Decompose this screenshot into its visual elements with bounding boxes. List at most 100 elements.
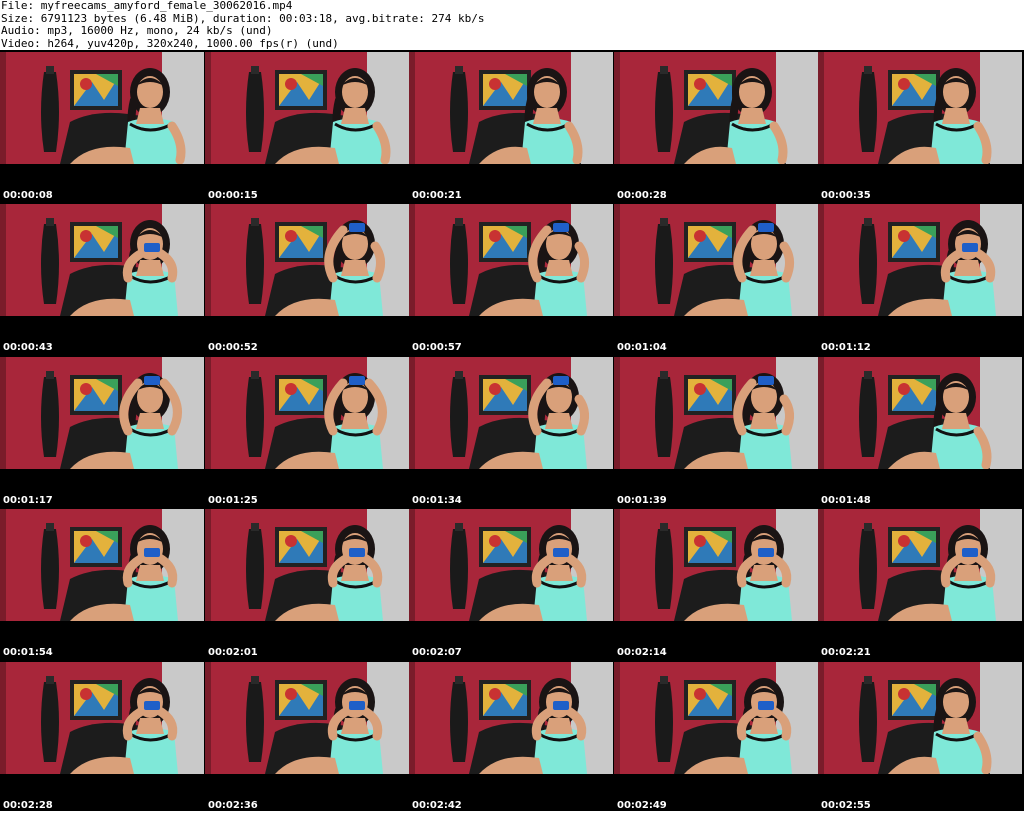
thumbnail-cell[interactable]: 00:01:17 xyxy=(0,357,204,509)
thumbnail-cell[interactable]: 00:02:55 xyxy=(818,662,1022,814)
thumbnail-frame[interactable] xyxy=(818,357,1022,469)
thumbnail-frame[interactable] xyxy=(409,204,613,316)
thumbnail-frame[interactable] xyxy=(409,509,613,621)
frame-scene xyxy=(409,204,613,316)
thumbnail-cell[interactable]: 00:00:43 xyxy=(0,204,204,356)
thumbnail-cell[interactable]: 00:02:28 xyxy=(0,662,204,814)
timestamp-label: 00:00:28 xyxy=(617,190,667,201)
timestamp-label: 00:00:08 xyxy=(3,190,53,201)
thumbnail-cell[interactable]: 00:02:01 xyxy=(205,509,409,661)
timestamp-label: 00:00:57 xyxy=(412,342,462,353)
thumbnail-cell[interactable]: 00:00:15 xyxy=(205,52,409,204)
frame-scene xyxy=(205,357,409,469)
frame-scene xyxy=(614,509,818,621)
timestamp-label: 00:02:07 xyxy=(412,647,462,658)
thumbnail-frame[interactable] xyxy=(205,357,409,469)
blue-cup-icon xyxy=(553,701,569,710)
frame-scene xyxy=(0,52,204,164)
thumbnail-frame[interactable] xyxy=(0,662,204,774)
thumbnail-frame[interactable] xyxy=(818,662,1022,774)
thumbnail-frame[interactable] xyxy=(0,52,204,164)
frame-scene xyxy=(205,52,409,164)
thumbnail-frame[interactable] xyxy=(614,52,818,164)
frame-scene xyxy=(614,662,818,774)
thumbnail-frame[interactable] xyxy=(0,204,204,316)
thumbnail-cell[interactable]: 00:02:14 xyxy=(614,509,818,661)
frame-scene xyxy=(0,509,204,621)
thumbnail-cell[interactable]: 00:00:28 xyxy=(614,52,818,204)
blue-cup-icon xyxy=(144,376,160,385)
thumbnail-cell[interactable]: 00:02:07 xyxy=(409,509,613,661)
timestamp-label: 00:01:25 xyxy=(208,495,258,506)
thumbnail-frame[interactable] xyxy=(409,662,613,774)
timestamp-label: 00:01:39 xyxy=(617,495,667,506)
frame-scene xyxy=(409,509,613,621)
thumbnail-cell[interactable]: 00:01:39 xyxy=(614,357,818,509)
thumbnail-frame[interactable] xyxy=(205,204,409,316)
frame-scene xyxy=(818,662,1022,774)
timestamp-label: 00:02:55 xyxy=(821,800,871,811)
thumbnail-cell[interactable]: 00:01:54 xyxy=(0,509,204,661)
blue-cup-icon xyxy=(349,376,365,385)
thumbnail-frame[interactable] xyxy=(205,509,409,621)
blue-cup-icon xyxy=(758,223,774,232)
thumbnail-frame[interactable] xyxy=(818,52,1022,164)
timestamp-label: 00:02:42 xyxy=(412,800,462,811)
frame-scene xyxy=(818,509,1022,621)
thumbnail-cell[interactable]: 00:00:57 xyxy=(409,204,613,356)
thumbnail-frame[interactable] xyxy=(0,357,204,469)
thumbnail-cell[interactable]: 00:00:35 xyxy=(818,52,1022,204)
blue-cup-icon xyxy=(962,243,978,252)
blue-cup-icon xyxy=(144,548,160,557)
thumbnail-frame[interactable] xyxy=(818,509,1022,621)
thumbnail-frame[interactable] xyxy=(205,52,409,164)
thumbnail-frame[interactable] xyxy=(205,662,409,774)
timestamp-label: 00:02:28 xyxy=(3,800,53,811)
frame-scene xyxy=(614,204,818,316)
frame-scene xyxy=(0,357,204,469)
blue-cup-icon xyxy=(349,223,365,232)
frame-scene xyxy=(205,509,409,621)
blue-cup-icon xyxy=(758,701,774,710)
timestamp-label: 00:02:14 xyxy=(617,647,667,658)
thumbnail-frame[interactable] xyxy=(614,509,818,621)
frame-scene xyxy=(614,357,818,469)
thumbnail-cell[interactable]: 00:00:52 xyxy=(205,204,409,356)
thumbnail-frame[interactable] xyxy=(818,204,1022,316)
frame-scene xyxy=(0,204,204,316)
thumbnail-cell[interactable]: 00:01:34 xyxy=(409,357,613,509)
timestamp-label: 00:01:48 xyxy=(821,495,871,506)
frame-scene xyxy=(409,357,613,469)
blue-cup-icon xyxy=(962,548,978,557)
timestamp-label: 00:02:49 xyxy=(617,800,667,811)
thumbnail-frame[interactable] xyxy=(0,509,204,621)
thumbnail-cell[interactable]: 00:00:08 xyxy=(0,52,204,204)
timestamp-label: 00:00:35 xyxy=(821,190,871,201)
blue-cup-icon xyxy=(144,243,160,252)
thumbnail-cell[interactable]: 00:01:48 xyxy=(818,357,1022,509)
timestamp-label: 00:01:12 xyxy=(821,342,871,353)
timestamp-label: 00:02:01 xyxy=(208,647,258,658)
thumbnail-frame[interactable] xyxy=(614,357,818,469)
video-info-line: Video: h264, yuv420p, 320x240, 1000.00 f… xyxy=(1,36,339,50)
frame-scene xyxy=(409,662,613,774)
timestamp-label: 00:01:54 xyxy=(3,647,53,658)
thumbnail-frame[interactable] xyxy=(614,204,818,316)
thumbnail-cell[interactable]: 00:02:49 xyxy=(614,662,818,814)
frame-scene xyxy=(205,204,409,316)
file-info-header: File: myfreecams_amyford_female_30062016… xyxy=(0,0,1024,50)
thumbnail-cell[interactable]: 00:02:42 xyxy=(409,662,613,814)
thumbnail-cell[interactable]: 00:01:25 xyxy=(205,357,409,509)
thumbnail-cell[interactable]: 00:02:36 xyxy=(205,662,409,814)
blue-cup-icon xyxy=(553,376,569,385)
thumbnail-cell[interactable]: 00:00:21 xyxy=(409,52,613,204)
thumbnail-frame[interactable] xyxy=(409,357,613,469)
timestamp-label: 00:00:43 xyxy=(3,342,53,353)
timestamp-label: 00:00:52 xyxy=(208,342,258,353)
thumbnail-cell[interactable]: 00:02:21 xyxy=(818,509,1022,661)
thumbnail-cell[interactable]: 00:01:04 xyxy=(614,204,818,356)
thumbnail-frame[interactable] xyxy=(614,662,818,774)
blue-cup-icon xyxy=(144,701,160,710)
thumbnail-frame[interactable] xyxy=(409,52,613,164)
thumbnail-cell[interactable]: 00:01:12 xyxy=(818,204,1022,356)
